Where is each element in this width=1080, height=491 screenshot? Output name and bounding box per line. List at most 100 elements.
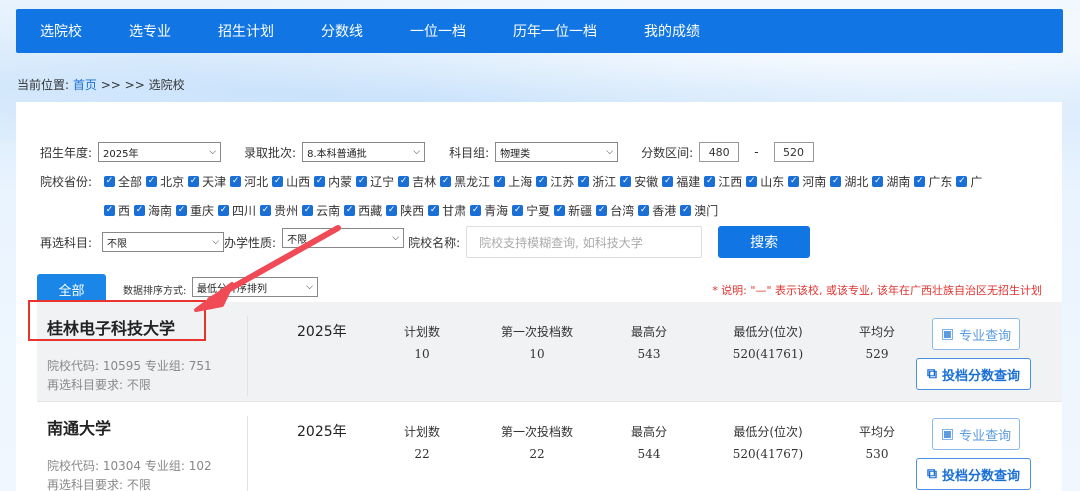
checkbox-checked-icon[interactable]: ✓ [554, 205, 566, 216]
search-button[interactable]: 搜索 [718, 226, 811, 258]
province-checkbox[interactable]: ✓ 云南 [302, 202, 340, 219]
checkbox-checked-icon[interactable]: ✓ [146, 176, 158, 187]
range-min-input[interactable]: 480 [699, 142, 740, 162]
province-checkbox[interactable]: ✓ 甘肃 [428, 202, 466, 219]
group-select[interactable]: 物理类 ⌵ [495, 142, 619, 162]
province-checkbox[interactable]: ✓ 西藏 [344, 202, 382, 219]
score-query-button[interactable]: ⧉ 投档分数查询 [916, 358, 1031, 390]
checkbox-checked-icon[interactable]: ✓ [104, 176, 116, 187]
checkbox-checked-icon[interactable]: ✓ [230, 176, 242, 187]
province-checkbox[interactable]: ✓ 福建 [662, 173, 700, 190]
province-checkbox[interactable]: ✓ 山东 [746, 173, 784, 190]
checkbox-checked-icon[interactable]: ✓ [104, 205, 115, 216]
checkbox-checked-icon[interactable]: ✓ [680, 205, 692, 216]
province-checkbox[interactable]: ✓ 湖北 [830, 173, 868, 190]
province-checkbox[interactable]: ✓ 贵州 [260, 202, 298, 219]
checkbox-checked-icon[interactable]: ✓ [746, 176, 758, 187]
subject-select[interactable]: 不限 ⌵ [102, 232, 225, 252]
checkbox-checked-icon[interactable]: ✓ [662, 176, 674, 187]
range-max-input[interactable]: 520 [773, 142, 814, 162]
nav-item-select-major[interactable]: 选专业 [129, 21, 171, 41]
province-checkbox[interactable]: ✓ 湖南 [872, 173, 910, 190]
year-select[interactable]: 2025年 ⌵ [98, 142, 222, 162]
breadcrumb-home-link[interactable]: 首页 [73, 78, 97, 92]
province-checkbox[interactable]: ✓ 重庆 [176, 202, 214, 219]
nav-item-score-rank[interactable]: 一位一档 [410, 21, 466, 41]
checkbox-checked-icon[interactable]: ✓ [704, 176, 716, 187]
stat-average: 平均分 530 [855, 423, 899, 461]
checkbox-checked-icon[interactable]: ✓ [512, 205, 524, 216]
province-checkbox[interactable]: ✓ 四川 [218, 202, 256, 219]
province-checkbox[interactable]: ✓ 陕西 [386, 202, 424, 219]
province-checkbox[interactable]: ✓ 西 [104, 202, 130, 219]
nav-item-enrollment-plan[interactable]: 招生计划 [218, 21, 274, 41]
province-checkbox[interactable]: ✓ 海南 [134, 202, 172, 219]
university-name[interactable]: 南通大学 [47, 415, 111, 439]
major-query-button[interactable]: ▣ 专业查询 [932, 318, 1020, 350]
checkbox-checked-icon[interactable]: ✓ [596, 205, 608, 216]
checkbox-checked-icon[interactable]: ✓ [914, 176, 926, 187]
stat-lowest-rank: 最低分(位次) 520(41767) [713, 423, 823, 461]
checkbox-checked-icon[interactable]: ✓ [188, 176, 200, 187]
province-checkbox[interactable]: ✓ 黑龙江 [440, 173, 490, 190]
checkbox-checked-icon[interactable]: ✓ [344, 205, 356, 216]
province-checkbox[interactable]: ✓ 山西 [272, 173, 310, 190]
checkbox-checked-icon[interactable]: ✓ [134, 205, 146, 216]
divider [247, 316, 248, 396]
checkbox-checked-icon[interactable]: ✓ [176, 205, 188, 216]
checkbox-checked-icon[interactable]: ✓ [260, 205, 272, 216]
nature-select[interactable]: 不限 ⌵ [282, 228, 405, 248]
stat-header: 最高分 [630, 325, 667, 339]
nav-item-select-school[interactable]: 选院校 [40, 21, 82, 41]
province-checkbox[interactable]: ✓ 北京 [146, 173, 184, 190]
province-checkbox[interactable]: ✓ 青海 [470, 202, 508, 219]
breadcrumb-rest: >> >> 选院校 [100, 78, 185, 92]
province-checkbox[interactable]: ✓ 辽宁 [356, 173, 394, 190]
province-checkbox[interactable]: ✓ 上海 [494, 173, 532, 190]
checkbox-checked-icon[interactable]: ✓ [956, 176, 968, 187]
checkbox-checked-icon[interactable]: ✓ [386, 205, 398, 216]
checkbox-checked-icon[interactable]: ✓ [428, 205, 440, 216]
major-query-button[interactable]: ▣ 专业查询 [932, 418, 1020, 450]
nav-item-score-line[interactable]: 分数线 [321, 21, 363, 41]
province-checkbox[interactable]: ✓ 广东 [914, 173, 952, 190]
school-search-input[interactable]: 院校支持模糊查询, 如科技大学 [466, 226, 703, 258]
province-checkbox[interactable]: ✓ 江西 [704, 173, 742, 190]
province-checkbox[interactable]: ✓ 澳门 [680, 202, 718, 219]
province-checkbox[interactable]: ✓ 吉林 [398, 173, 436, 190]
checkbox-checked-icon[interactable]: ✓ [398, 176, 410, 187]
province-checkbox[interactable]: ✓ 广 [956, 173, 982, 190]
province-checkbox[interactable]: ✓ 台湾 [596, 202, 634, 219]
province-checkbox[interactable]: ✓ 天津 [188, 173, 226, 190]
sort-select[interactable]: 最低分升序排列 ⌵ [192, 277, 318, 297]
province-checkbox[interactable]: ✓ 河北 [230, 173, 268, 190]
score-query-button[interactable]: ⧉ 投档分数查询 [916, 458, 1031, 490]
province-checkbox[interactable]: ✓ 新疆 [554, 202, 592, 219]
checkbox-checked-icon[interactable]: ✓ [302, 205, 314, 216]
checkbox-checked-icon[interactable]: ✓ [272, 176, 284, 187]
checkbox-checked-icon[interactable]: ✓ [218, 205, 230, 216]
nav-item-my-score[interactable]: 我的成绩 [644, 21, 700, 41]
checkbox-checked-icon[interactable]: ✓ [470, 205, 482, 216]
province-checkbox[interactable]: ✓ 安徽 [620, 173, 658, 190]
province-checkbox[interactable]: ✓ 全部 [104, 173, 142, 190]
province-checkbox[interactable]: ✓ 香港 [638, 202, 676, 219]
province-checkbox[interactable]: ✓ 浙江 [578, 173, 616, 190]
checkbox-checked-icon[interactable]: ✓ [830, 176, 842, 187]
checkbox-checked-icon[interactable]: ✓ [494, 176, 506, 187]
province-checkbox[interactable]: ✓ 内蒙 [314, 173, 352, 190]
province-checkbox[interactable]: ✓ 河南 [788, 173, 826, 190]
checkbox-checked-icon[interactable]: ✓ [578, 176, 590, 187]
checkbox-checked-icon[interactable]: ✓ [440, 176, 452, 187]
checkbox-checked-icon[interactable]: ✓ [638, 205, 650, 216]
checkbox-checked-icon[interactable]: ✓ [314, 176, 326, 187]
checkbox-checked-icon[interactable]: ✓ [788, 176, 800, 187]
province-checkbox[interactable]: ✓ 宁夏 [512, 202, 550, 219]
batch-select[interactable]: 8.本科普通批 ⌵ [302, 142, 426, 162]
checkbox-checked-icon[interactable]: ✓ [620, 176, 632, 187]
checkbox-checked-icon[interactable]: ✓ [872, 176, 884, 187]
nav-item-history-score-rank[interactable]: 历年一位一档 [513, 21, 597, 41]
checkbox-checked-icon[interactable]: ✓ [536, 176, 548, 187]
checkbox-checked-icon[interactable]: ✓ [356, 176, 368, 187]
province-checkbox[interactable]: ✓ 江苏 [536, 173, 574, 190]
